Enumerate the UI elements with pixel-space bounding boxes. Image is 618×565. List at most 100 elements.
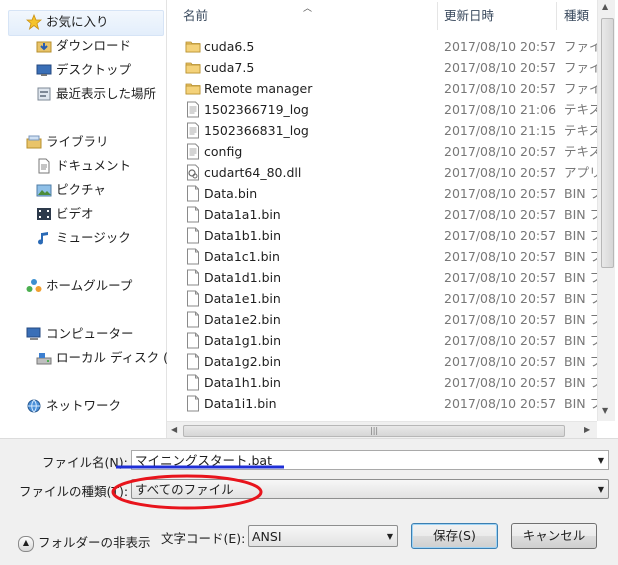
vertical-scroll-thumb[interactable] — [601, 18, 614, 268]
file-date: 2017/08/10 20:57 — [444, 165, 557, 180]
file-icon — [185, 206, 201, 223]
file-date: 2017/08/10 20:57 — [444, 354, 557, 369]
file-row[interactable]: 1502366719_log 2017/08/10 21:06 テキス — [167, 99, 601, 120]
vertical-scrollbar[interactable]: ▲ ▼ — [597, 0, 615, 421]
file-row[interactable]: 1502366831_log 2017/08/10 21:15 テキス — [167, 120, 601, 141]
file-row[interactable]: Data1i1.bin 2017/08/10 20:57 BIN フ — [167, 393, 602, 414]
nav-label: デスクトップ — [56, 62, 132, 77]
file-name: Data1i1.bin — [204, 396, 277, 411]
file-name: cuda6.5 — [204, 39, 255, 54]
network-icon — [27, 399, 41, 413]
nav-label: ピクチャ — [56, 182, 106, 197]
file-row[interactable]: Data1h1.bin 2017/08/10 20:57 BIN フ — [167, 372, 602, 393]
nav-label: ビデオ — [56, 206, 94, 221]
file-type: ファイ — [564, 39, 602, 54]
file-row[interactable]: Data.bin 2017/08/10 20:57 BIN フ — [167, 183, 602, 204]
encoding-value: ANSI — [252, 529, 282, 544]
file-name: cudart64_80.dll — [204, 165, 302, 180]
file-row[interactable]: Data1a1.bin 2017/08/10 20:57 BIN フ — [167, 204, 602, 225]
chevron-down-icon[interactable]: ▼ — [598, 451, 604, 471]
file-date: 2017/08/10 20:57 — [444, 312, 557, 327]
hide-folders-label: フォルダーの非表示 — [38, 535, 151, 550]
file-name: 1502366719_log — [204, 102, 309, 117]
file-row[interactable]: cuda7.5 2017/08/10 20:57 ファイ — [167, 57, 602, 78]
file-date: 2017/08/10 20:57 — [444, 207, 557, 222]
folder-icon — [185, 80, 201, 97]
save-button[interactable]: 保存(S) — [411, 523, 498, 549]
column-separator[interactable] — [437, 2, 438, 30]
nav-label: ホームグループ — [46, 278, 133, 293]
file-date: 2017/08/10 20:57 — [444, 81, 557, 96]
collapse-arrow-icon: ▲ — [18, 535, 34, 552]
file-type: テキス — [564, 102, 602, 117]
file-row[interactable]: Data1e2.bin 2017/08/10 20:57 BIN フ — [167, 309, 602, 330]
filetype-value: すべてのファイル — [135, 482, 234, 497]
music-icon — [38, 232, 48, 245]
cancel-button[interactable]: キャンセル — [511, 523, 597, 549]
navigation-pane[interactable]: お気に入り ダウンロード デスクトップ 最近表示した場所 ライブラリ ドキュメン… — [0, 0, 168, 438]
file-date: 2017/08/10 20:57 — [444, 270, 557, 285]
scroll-down-icon[interactable]: ▼ — [602, 406, 608, 415]
column-separator[interactable] — [556, 2, 557, 30]
file-icon — [185, 290, 201, 307]
library-icon — [26, 135, 42, 149]
recent-places-icon — [37, 87, 51, 101]
encoding-select[interactable]: ANSI ▼ — [248, 525, 398, 547]
desktop-icon — [36, 64, 52, 76]
file-icon — [185, 311, 201, 328]
file-row[interactable]: cudart64_80.dll 2017/08/10 20:57 アプリ — [167, 162, 602, 183]
filename-value: マイニングスタート.bat — [135, 453, 272, 468]
file-row[interactable]: Data1d1.bin 2017/08/10 20:57 BIN フ — [167, 267, 602, 288]
filename-input[interactable]: マイニングスタート.bat ▼ — [131, 450, 609, 470]
nav-label: ネットワーク — [46, 398, 122, 413]
file-icon — [185, 395, 201, 412]
file-row[interactable]: Data1c1.bin 2017/08/10 20:57 BIN フ — [167, 246, 602, 267]
file-name: Data1b1.bin — [204, 228, 281, 243]
file-date: 2017/08/10 21:15 — [444, 123, 557, 138]
column-header-name[interactable]: 名前 — [183, 0, 208, 32]
horizontal-scroll-thumb[interactable]: ||| — [183, 425, 565, 437]
filetype-label: ファイルの種類(T): — [19, 484, 129, 499]
file-row[interactable]: Data1g1.bin 2017/08/10 20:57 BIN フ — [167, 330, 602, 351]
nav-label: ライブラリ — [46, 134, 109, 149]
file-row[interactable]: Data1b1.bin 2017/08/10 20:57 BIN フ — [167, 225, 602, 246]
nav-label: お気に入り — [46, 14, 109, 29]
file-row[interactable]: Data1g2.bin 2017/08/10 20:57 BIN フ — [167, 351, 602, 372]
hide-folders-toggle[interactable]: ▲ フォルダーの非表示 — [18, 532, 151, 552]
column-header-type[interactable]: 種類 — [564, 0, 589, 32]
scroll-right-icon[interactable]: ▶ — [584, 425, 590, 434]
file-name: Data.bin — [204, 186, 258, 201]
file-row[interactable]: config 2017/08/10 20:57 テキス — [167, 141, 601, 162]
sort-up-icon: ︿ — [303, 4, 313, 14]
grip-icon: ||| — [370, 426, 379, 435]
horizontal-scrollbar[interactable]: ◀ ||| ▶ — [167, 421, 597, 439]
nav-label: ローカル ディスク ( — [56, 350, 168, 365]
file-icon — [185, 332, 201, 349]
file-name: Data1c1.bin — [204, 249, 280, 264]
document-icon — [38, 158, 50, 174]
file-icon — [185, 248, 201, 265]
nav-label: ミュージック — [56, 230, 131, 245]
file-row[interactable]: Remote manager 2017/08/10 20:57 ファイ — [167, 78, 602, 99]
file-name: Data1e1.bin — [204, 291, 281, 306]
scroll-up-icon[interactable]: ▲ — [602, 2, 608, 11]
file-name: Data1g2.bin — [204, 354, 281, 369]
folder-icon — [185, 59, 201, 76]
file-date: 2017/08/10 20:57 — [444, 60, 557, 75]
column-header-date[interactable]: 更新日時 — [444, 0, 494, 32]
file-row[interactable]: Data1e1.bin 2017/08/10 20:57 BIN フ — [167, 288, 602, 309]
file-name: Data1a1.bin — [204, 207, 281, 222]
star-icon — [26, 14, 42, 30]
file-date: 2017/08/10 20:57 — [444, 375, 557, 390]
scroll-left-icon[interactable]: ◀ — [171, 425, 177, 434]
file-name: config — [204, 144, 243, 159]
file-list[interactable]: 名前 ︿ 更新日時 種類 cuda6.5 2017/08/10 20:57 ファイ c… — [167, 0, 618, 438]
nav-label: ドキュメント — [56, 158, 132, 173]
text-file-icon — [185, 122, 201, 139]
file-date: 2017/08/10 20:57 — [444, 186, 557, 201]
filetype-select[interactable]: すべてのファイル ▼ — [131, 479, 609, 499]
file-type: テキス — [564, 123, 602, 138]
file-row[interactable]: cuda6.5 2017/08/10 20:57 ファイ — [167, 36, 602, 57]
file-name: Data1g1.bin — [204, 333, 281, 348]
text-file-icon — [185, 101, 201, 118]
